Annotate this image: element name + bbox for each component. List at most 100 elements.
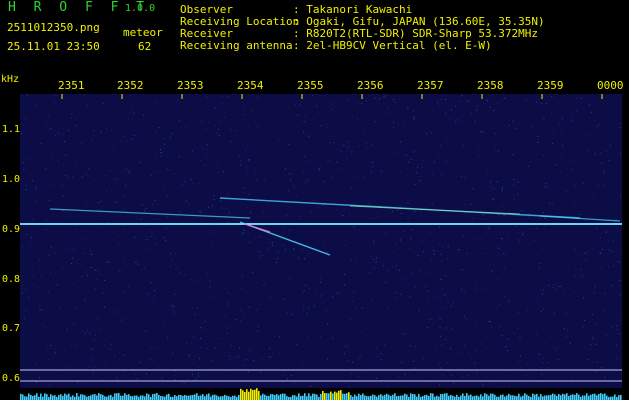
noise-speck <box>542 357 544 359</box>
noise-speck <box>439 301 441 303</box>
noise-speck <box>352 301 354 303</box>
noise-speck <box>339 168 341 170</box>
noise-speck <box>31 268 33 270</box>
noise-speck <box>439 335 441 337</box>
noise-speck <box>146 239 148 241</box>
noise-speck <box>55 351 57 353</box>
noise-speck <box>371 256 373 258</box>
noise-speck <box>31 180 33 182</box>
noise-speck <box>55 134 56 136</box>
noise-speck <box>238 347 240 349</box>
noise-speck <box>376 377 378 379</box>
noise-speck <box>374 121 376 123</box>
noise-speck <box>187 341 188 343</box>
noise-speck <box>53 184 55 186</box>
noise-speck <box>23 178 25 180</box>
noise-speck <box>96 318 98 320</box>
spectrum-bar <box>28 393 30 400</box>
noise-speck <box>592 339 594 341</box>
spectrum-bar <box>578 394 580 400</box>
spectrum-bar <box>268 395 270 400</box>
noise-speck <box>289 173 290 174</box>
noise-speck <box>373 267 375 269</box>
noise-speck <box>244 113 246 115</box>
noise-speck <box>134 236 136 238</box>
noise-speck <box>97 270 99 271</box>
noise-speck <box>221 103 223 104</box>
noise-speck <box>255 179 257 181</box>
noise-speck <box>617 260 619 262</box>
noise-speck <box>308 236 310 238</box>
noise-speck <box>154 200 156 202</box>
noise-speck <box>517 361 519 363</box>
noise-speck <box>93 98 95 100</box>
noise-speck <box>441 246 443 248</box>
spectrum-bar <box>606 395 608 400</box>
noise-speck <box>438 153 440 155</box>
noise-speck <box>445 99 446 100</box>
noise-speck <box>45 102 47 104</box>
noise-speck <box>262 159 264 161</box>
noise-speck <box>414 183 416 185</box>
noise-speck <box>177 108 179 110</box>
noise-speck <box>619 294 621 296</box>
noise-speck <box>194 280 196 282</box>
noise-speck <box>128 171 130 173</box>
noise-speck <box>584 331 586 333</box>
noise-speck <box>62 134 64 136</box>
noise-speck <box>82 247 84 249</box>
noise-speck <box>312 94 314 96</box>
noise-speck <box>174 293 176 295</box>
noise-speck <box>620 250 622 252</box>
noise-speck <box>47 358 49 360</box>
noise-speck <box>216 164 218 166</box>
noise-speck <box>77 263 79 265</box>
noise-speck <box>517 193 519 195</box>
noise-speck <box>179 211 181 213</box>
noise-speck <box>462 235 464 237</box>
noise-speck <box>206 153 208 155</box>
spectrum-bar <box>80 394 82 400</box>
noise-speck <box>595 236 597 238</box>
spectrum-bar <box>256 388 258 400</box>
noise-speck <box>35 199 37 201</box>
noise-speck <box>160 149 162 150</box>
noise-speck <box>32 274 34 276</box>
noise-speck <box>56 284 58 286</box>
spectrum-bar <box>344 393 346 400</box>
noise-speck <box>254 170 256 172</box>
noise-speck <box>200 338 202 339</box>
noise-speck <box>349 145 351 147</box>
noise-speck <box>325 124 327 126</box>
spectrum-bar <box>116 393 118 400</box>
noise-speck <box>447 361 449 363</box>
noise-speck <box>143 377 145 379</box>
noise-speck <box>353 291 355 293</box>
noise-speck <box>474 238 476 240</box>
noise-speck <box>22 124 24 126</box>
noise-speck <box>475 350 477 352</box>
noise-speck <box>111 129 113 131</box>
noise-speck <box>590 348 592 350</box>
noise-speck <box>480 342 481 344</box>
spectrum-bar <box>300 395 302 400</box>
noise-speck <box>442 281 443 283</box>
spectrum-bar <box>588 395 590 400</box>
noise-speck <box>595 371 597 373</box>
noise-speck <box>562 128 564 130</box>
noise-speck <box>228 222 230 223</box>
noise-speck <box>380 353 382 355</box>
noise-speck <box>291 375 292 377</box>
noise-speck <box>347 99 349 100</box>
spectrum-bar <box>552 393 554 400</box>
spectrum-bar <box>546 395 548 400</box>
noise-speck <box>27 134 29 136</box>
noise-speck <box>336 161 338 163</box>
spectrum-bar <box>346 393 348 400</box>
noise-speck <box>161 377 163 379</box>
noise-speck <box>148 293 150 295</box>
noise-speck <box>191 291 193 293</box>
noise-speck <box>94 334 96 336</box>
noise-speck <box>503 203 505 204</box>
noise-speck <box>386 385 388 387</box>
